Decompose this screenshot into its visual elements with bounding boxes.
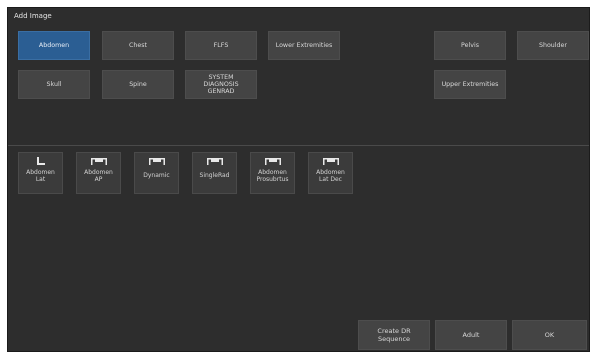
view-tile-abdomen-prosubrtus[interactable]: Abdomen Prosubrtus (250, 152, 295, 194)
table-view-icon (309, 157, 352, 166)
section-divider (8, 145, 589, 146)
view-tile-abdomen-ap[interactable]: Abdomen AP (76, 152, 121, 194)
category-pelvis-button[interactable]: Pelvis (434, 31, 506, 60)
view-tile-abdomen-lat[interactable]: Abdomen Lat (18, 152, 63, 194)
view-tile-abdomen-lat-dec[interactable]: Abdomen Lat Dec (308, 152, 353, 194)
create-dr-sequence-button[interactable]: Create DR Sequence (358, 320, 430, 350)
view-tile-label: Abdomen Lat (26, 169, 55, 183)
adult-button[interactable]: Adult (435, 320, 507, 350)
lateral-view-icon (19, 157, 62, 166)
category-skull-button[interactable]: Skull (18, 70, 90, 99)
category-system-diagnosis-genrad-button[interactable]: SYSTEM DIAGNOSIS GENRAD (185, 70, 257, 99)
add-image-dialog: Add Image Abdomen Chest FLFS Lower Extre… (7, 7, 590, 352)
category-shoulder-button[interactable]: Shoulder (517, 31, 589, 60)
category-lower-extremities-button[interactable]: Lower Extremities (268, 31, 340, 60)
table-view-icon (193, 157, 236, 166)
view-tile-label: Dynamic (143, 172, 170, 179)
table-view-icon (135, 157, 178, 166)
ok-button[interactable]: OK (512, 320, 587, 350)
view-tile-dynamic[interactable]: Dynamic (134, 152, 179, 194)
category-flfs-button[interactable]: FLFS (185, 31, 257, 60)
view-tile-label: Abdomen Lat Dec (316, 169, 345, 183)
category-abdomen-button[interactable]: Abdomen (18, 31, 90, 60)
dialog-title: Add Image (14, 12, 52, 20)
view-tile-label: SingleRad (199, 172, 230, 179)
category-chest-button[interactable]: Chest (102, 31, 174, 60)
view-tile-label: Abdomen AP (84, 169, 113, 183)
category-spine-button[interactable]: Spine (102, 70, 174, 99)
category-upper-extremities-button[interactable]: Upper Extremities (434, 70, 506, 99)
view-tile-label: Abdomen Prosubrtus (256, 169, 289, 183)
table-view-icon (251, 157, 294, 166)
view-tile-singlerad[interactable]: SingleRad (192, 152, 237, 194)
table-view-icon (77, 157, 120, 166)
